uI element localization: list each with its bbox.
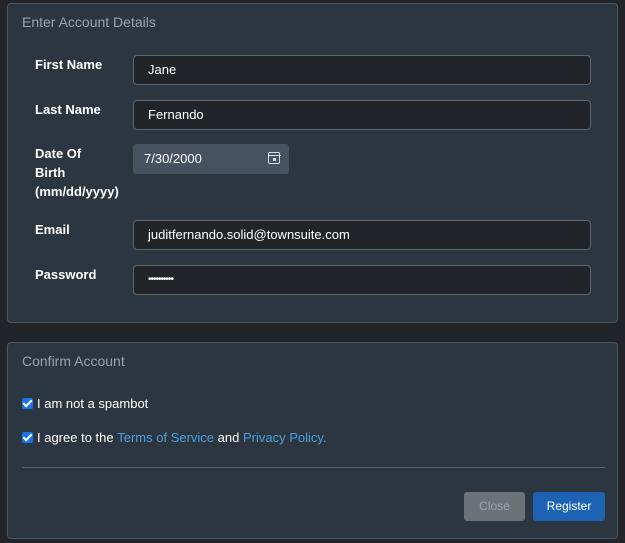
privacy-policy-link[interactable]: Privacy Policy. <box>243 430 327 445</box>
terms-row: I agree to the Terms of Service and Priv… <box>22 430 327 445</box>
divider <box>22 467 605 468</box>
password-label: Password <box>35 267 97 282</box>
calendar-icon[interactable] <box>267 152 281 164</box>
dob-label-line1: Date Of <box>35 146 82 161</box>
dob-label: Date Of Birth (mm/dd/yyyy) <box>35 144 119 201</box>
terms-middle: and <box>214 430 243 445</box>
terms-of-service-link[interactable]: Terms of Service <box>117 430 214 445</box>
confirm-account-panel: Confirm Account I am not a spambot I agr… <box>7 342 618 539</box>
spambot-label: I am not a spambot <box>37 396 149 411</box>
spambot-row: I am not a spambot <box>22 396 148 411</box>
dob-input[interactable]: 7/30/2000 <box>133 144 289 174</box>
spambot-checkbox[interactable] <box>22 398 33 409</box>
account-details-panel: Enter Account Details First Name Jane La… <box>7 3 618 323</box>
terms-prefix: I agree to the <box>37 430 118 445</box>
dob-value: 7/30/2000 <box>144 151 202 166</box>
dob-label-line2: Birth <box>35 165 66 180</box>
last-name-input[interactable]: Fernando <box>133 100 591 130</box>
dob-label-line3: (mm/dd/yyyy) <box>35 184 119 199</box>
password-input[interactable]: •••••••••• <box>133 265 591 295</box>
terms-checkbox[interactable] <box>22 432 33 443</box>
confirm-account-heading: Confirm Account <box>22 353 125 369</box>
email-input[interactable]: juditfernando.solid@townsuite.com <box>133 220 591 250</box>
first-name-label: First Name <box>35 57 103 72</box>
account-details-heading: Enter Account Details <box>22 14 156 30</box>
close-button[interactable]: Close <box>464 492 525 521</box>
register-button[interactable]: Register <box>533 492 605 521</box>
email-label: Email <box>35 222 70 237</box>
last-name-label: Last Name <box>35 102 101 117</box>
first-name-input[interactable]: Jane <box>133 55 591 85</box>
